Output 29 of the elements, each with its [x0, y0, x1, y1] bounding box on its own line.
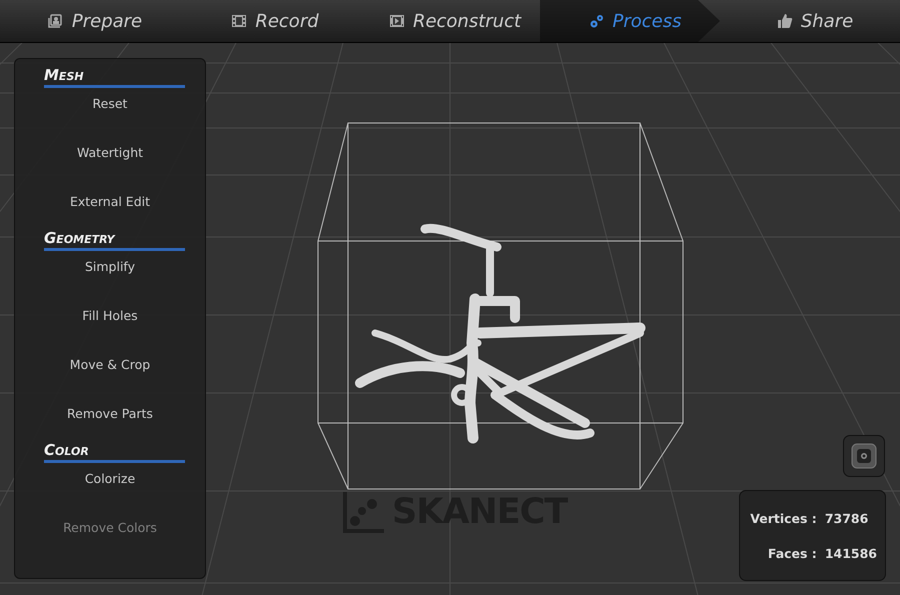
gears-icon: [588, 13, 604, 29]
section-heading: Color: [44, 440, 185, 463]
photos-icon: [48, 13, 64, 29]
tab[interactable]: Share: [720, 0, 900, 42]
tool-button[interactable]: Reset: [15, 88, 205, 128]
tab[interactable]: Prepare: [0, 0, 180, 42]
tool-button[interactable]: Colorize: [15, 463, 205, 503]
thumbs-up-icon: [776, 13, 793, 29]
tool-button[interactable]: External Edit: [15, 177, 205, 226]
tool-button[interactable]: Fill Holes: [15, 291, 205, 340]
section-heading: Geometry: [44, 228, 185, 251]
film-play-icon: [388, 13, 405, 29]
logo-icon: [342, 490, 386, 534]
tool-button[interactable]: Remove Parts: [15, 389, 205, 438]
tab[interactable]: Reconstruct: [360, 0, 540, 42]
tool-button[interactable]: Move & Crop: [15, 340, 205, 389]
film-icon: [231, 13, 248, 29]
stat-label: Faces :: [766, 546, 817, 560]
stat-value: 73786: [824, 510, 870, 526]
tool-button[interactable]: Watertight: [15, 128, 205, 177]
tool-button[interactable]: Simplify: [15, 251, 205, 291]
stat-label: Vertices :: [750, 510, 817, 526]
tab[interactable]: Record: [180, 0, 360, 42]
section-heading: Mesh: [44, 65, 185, 88]
tab[interactable]: Process: [540, 0, 720, 42]
snapshot-button[interactable]: [843, 435, 885, 477]
camera-lens-icon: [851, 443, 877, 469]
stat-value: 141586: [824, 546, 877, 560]
tool-button[interactable]: Remove Colors: [15, 503, 205, 552]
